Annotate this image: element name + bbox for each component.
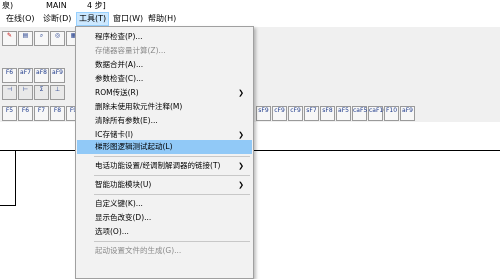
key-cf9-icon[interactable]: cF9 (272, 106, 287, 121)
menu-item-phone-modem[interactable]: 电话功能设置/经调制解调器的链接(T) ❯ (77, 159, 252, 173)
menu-item-intelligent-module[interactable]: 智能功能模块(U) ❯ (77, 178, 252, 192)
menu-item-custom-keys[interactable]: 自定义键(K)... (77, 197, 252, 211)
menu-item-data-merge[interactable]: 数据合并(A)... (77, 58, 252, 72)
menu-item-ladder-logic-test[interactable]: 梯形图逻辑测试起动(L) (77, 140, 252, 154)
line-icon[interactable]: Σ (34, 85, 49, 100)
key-f6-icon[interactable]: F6 (18, 106, 33, 121)
key-sf7-icon[interactable]: sF7 (304, 106, 319, 121)
menu-item-startup-file: 起动设置文件的生成(G)... (95, 246, 182, 255)
key-f10-icon[interactable]: F10 (384, 106, 399, 121)
tools-menu-dropdown: 程序检查(P)... 存储器容量计算(Z)... 数据合并(A)... 参数检查… (75, 26, 254, 279)
key-f5-icon[interactable]: F5 (2, 106, 17, 121)
menu-tools[interactable]: 工具(T) (76, 12, 110, 26)
key-sf9-icon[interactable]: sF9 (256, 106, 271, 121)
menu-item-display-color[interactable]: 显示色改变(D)... (77, 211, 252, 225)
menu-item-memory-calc: 存储器容量计算(Z)... (95, 46, 166, 55)
menu-online[interactable]: 在线(O) (4, 13, 37, 25)
key-af5-icon[interactable]: aF5 (336, 106, 351, 121)
contact-af8-icon[interactable]: aF8 (34, 68, 49, 83)
key-cf9b-icon[interactable]: cF9 (288, 106, 303, 121)
title-steps: 4 步] (87, 1, 106, 10)
menu-item-options[interactable]: 选项(O)... (77, 225, 252, 239)
key-caf10-icon[interactable]: caF10 (368, 106, 387, 121)
menu-separator (94, 175, 250, 176)
menu-bar: 在线(O) 诊断(D) 工具(T) 窗口(W) 帮助(H) (0, 12, 500, 26)
menu-separator (94, 194, 250, 195)
window-titlebar: 泉) MAIN 4 步] (0, 0, 500, 11)
edit-icon[interactable]: ✎ (2, 31, 17, 46)
menu-diagnose[interactable]: 诊断(D) (41, 13, 73, 25)
key-sf8-icon[interactable]: sF8 (320, 106, 335, 121)
contact-af7-icon[interactable]: aF7 (18, 68, 33, 83)
title-project: MAIN (46, 1, 67, 10)
monitor-icon[interactable]: ◎ (50, 31, 65, 46)
toolbar-row-3: ⊣ ⊢ Σ ⊥ (0, 85, 75, 102)
menu-separator (94, 241, 250, 242)
ladder-rung-stub (0, 205, 16, 206)
menu-help[interactable]: 帮助(H) (146, 13, 178, 25)
key-f7-icon[interactable]: F7 (34, 106, 49, 121)
key-f8-icon[interactable]: F8 (50, 106, 65, 121)
submenu-arrow-icon: ❯ (238, 89, 244, 97)
toolbar-row-1: ✎ ▤ ⌕ ◎ ▦ (0, 31, 81, 48)
menu-separator (94, 156, 250, 157)
ladder-left-rail (15, 150, 16, 206)
contact-f6-icon[interactable]: F6 (2, 68, 17, 83)
submenu-arrow-icon: ❯ (238, 162, 244, 170)
menu-window[interactable]: 窗口(W) (111, 13, 145, 25)
read-mode-icon[interactable]: ▤ (18, 31, 33, 46)
coil-icon[interactable]: ⊣ (2, 85, 17, 100)
delete-line-icon[interactable]: ⊥ (50, 85, 65, 100)
submenu-arrow-icon: ❯ (238, 181, 244, 189)
title-fragment: 泉) (2, 1, 14, 10)
instruction-icon[interactable]: ⊢ (18, 85, 33, 100)
toolbar-row-2: F6 aF7 aF8 aF9 (0, 68, 75, 85)
contact-af9-icon[interactable]: aF9 (50, 68, 65, 83)
menu-item-rom-transfer[interactable]: ROM传送(R) ❯ (77, 86, 252, 100)
menu-item-param-check[interactable]: 参数检查(C)... (77, 72, 252, 86)
search-icon[interactable]: ⌕ (34, 31, 49, 46)
key-af9-icon[interactable]: aF9 (400, 106, 415, 121)
key-caf5-icon[interactable]: caF5 (352, 106, 367, 121)
menu-item-program-check[interactable]: 程序检查(P)... (77, 30, 252, 44)
menu-item-delete-unused-comments[interactable]: 删除未使用软元件注释(M) (77, 100, 252, 114)
menu-item-clear-params[interactable]: 清除所有参数(E)... (77, 114, 252, 128)
